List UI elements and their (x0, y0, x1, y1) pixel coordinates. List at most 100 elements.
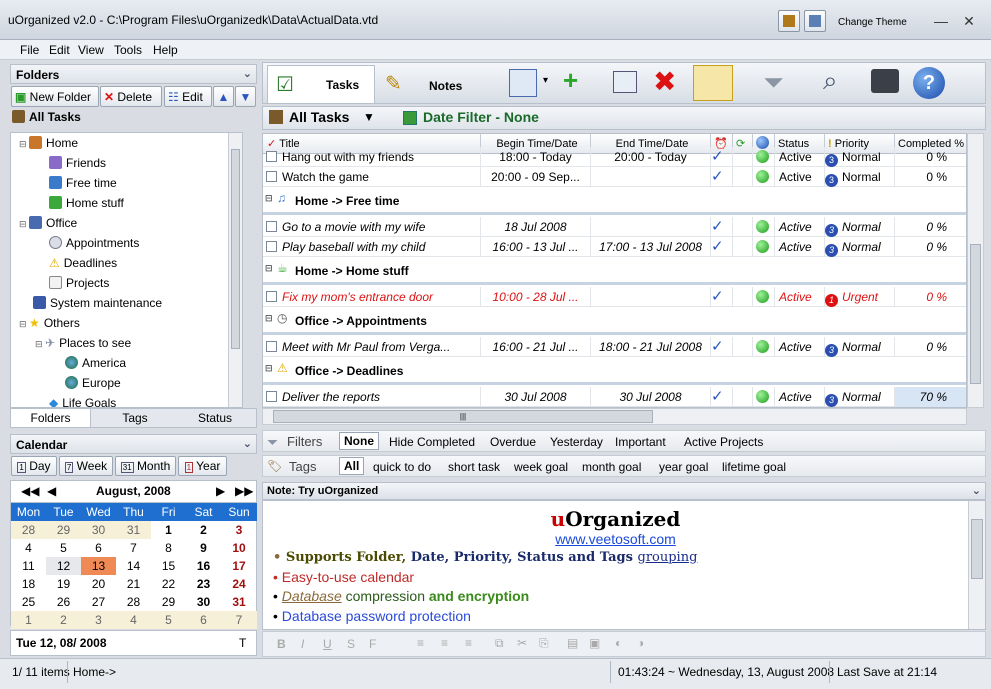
collapse-icon[interactable]: ⌄ (243, 437, 252, 450)
calendar-day[interactable]: 6 (186, 611, 221, 629)
bold-button[interactable]: B (277, 637, 286, 651)
open-icon[interactable]: ▤ (567, 636, 578, 650)
filter-icon[interactable]: ⏷ (763, 67, 784, 99)
calendar-day[interactable]: 23 (186, 575, 221, 593)
calendar-day[interactable]: 14 (116, 557, 151, 575)
date-filter-label[interactable]: Date Filter - None (423, 109, 539, 125)
tab-folders[interactable]: Folders (11, 409, 91, 427)
note-scrollbar[interactable] (968, 501, 985, 629)
calendar-day[interactable]: 8 (151, 539, 186, 557)
today-button[interactable]: T (239, 636, 246, 650)
theme-icon-2[interactable] (804, 10, 826, 32)
undo-icon[interactable]: ◐ (615, 636, 622, 650)
tag-year-goal[interactable]: year goal (659, 460, 708, 474)
calendar-day[interactable]: 15 (151, 557, 186, 575)
group-header[interactable]: ⊟ ◷ Office -> Appointments (263, 307, 966, 335)
calendar-day[interactable]: 7 (221, 611, 257, 629)
filter-hide-completed[interactable]: Hide Completed (389, 435, 475, 449)
tree-item-system-maintenance[interactable]: System maintenance (33, 296, 162, 310)
align-right-icon[interactable]: ≡ (465, 636, 472, 650)
calendar-day[interactable]: 17 (221, 557, 257, 575)
italic-button[interactable]: I (301, 637, 304, 651)
calendar-day[interactable]: 24 (221, 575, 257, 593)
tree-item-free-time[interactable]: Free time (49, 176, 117, 190)
calendar-day[interactable]: 20 (81, 575, 116, 593)
task-checkbox[interactable] (266, 171, 277, 182)
tab-status[interactable]: Status (175, 411, 255, 425)
collapse-icon[interactable]: ⊟ (265, 363, 273, 374)
save-icon[interactable]: ▣ (589, 636, 600, 650)
change-theme-label[interactable]: Change Theme (838, 17, 907, 28)
table-row[interactable]: Meet with Mr Paul from Verga... 16:00 - 2… (263, 337, 966, 357)
tree-item-friends[interactable]: Friends (49, 156, 106, 170)
move-down-button[interactable]: ▼ (235, 86, 256, 107)
tag-lifetime-goal[interactable]: lifetime goal (722, 460, 786, 474)
tag-week-goal[interactable]: week goal (514, 460, 568, 474)
table-row[interactable]: Hang out with my friends 18:00 - Today 20:… (263, 147, 966, 167)
calendar-day[interactable]: 28 (116, 593, 151, 611)
calendar-day[interactable]: 3 (81, 611, 116, 629)
calendar-day[interactable]: 22 (151, 575, 186, 593)
folder-icon[interactable] (693, 65, 733, 101)
month-view-button[interactable]: 31 Month (115, 456, 176, 476)
prev-year-button[interactable]: ◀◀ (21, 484, 39, 498)
tree-item-life-goals[interactable]: ◆ Life Goals (49, 396, 116, 407)
edit-folder-button[interactable]: ☷ Edit (164, 86, 212, 107)
all-tasks-dropdown[interactable]: All Tasks (289, 109, 349, 125)
grid-horizontal-scrollbar[interactable]: ||| (262, 408, 967, 425)
group-header[interactable]: ⊟ ⚠ Office -> Deadlines (263, 357, 966, 385)
minimize-button[interactable]: — (928, 10, 954, 32)
calendar-day[interactable]: 2 (186, 521, 221, 539)
task-checkbox[interactable] (266, 241, 277, 252)
theme-icon-1[interactable] (778, 10, 800, 32)
tag-all[interactable]: All (339, 457, 365, 475)
chevron-down-icon[interactable]: ▼ (363, 110, 375, 124)
tree-item-europe[interactable]: Europe (65, 376, 121, 390)
menu-tools[interactable]: Tools (114, 43, 142, 57)
calendar-day[interactable]: 11 (11, 557, 46, 575)
calendar-day[interactable]: 1 (151, 521, 186, 539)
tree-item-appointments[interactable]: Appointments (49, 236, 139, 250)
table-row[interactable]: Go to a movie with my wife 18 Jul 2008 ✓ Ac… (263, 217, 966, 237)
calendar-day[interactable]: 5 (151, 611, 186, 629)
calendar-day[interactable]: 31 (116, 521, 151, 539)
tree-item-deadlines[interactable]: ⚠ Deadlines (49, 256, 117, 270)
grid-vertical-scrollbar[interactable] (967, 133, 984, 408)
font-button[interactable]: F (369, 637, 376, 651)
search-icon[interactable]: ⌕ (823, 65, 838, 97)
tree-item-office[interactable]: ⊟ Office (19, 216, 77, 230)
menu-edit[interactable]: Edit (49, 43, 70, 57)
calendar-day[interactable]: 29 (151, 593, 186, 611)
tree-item-america[interactable]: America (65, 356, 126, 370)
calendar-day[interactable]: 2 (46, 611, 81, 629)
table-row[interactable]: Watch the game 20:00 - 09 Sep... ✓ Active 3 N… (263, 167, 966, 187)
all-tasks-folder[interactable]: All Tasks (12, 110, 81, 124)
print-icon[interactable] (871, 69, 899, 93)
underline-button[interactable]: U (323, 637, 332, 651)
group-header[interactable]: ⊟ ♫ Home -> Free time (263, 187, 966, 215)
close-button[interactable]: ✕ (956, 10, 982, 32)
next-year-button[interactable]: ▶▶ (235, 484, 253, 498)
calendar-day[interactable]: 3 (221, 521, 257, 539)
calendar-day[interactable]: 12 (46, 557, 81, 575)
calendar-day[interactable]: 29 (46, 521, 81, 539)
new-folder-button[interactable]: ▣ New Folder (11, 86, 99, 107)
calendar-day[interactable]: 5 (46, 539, 81, 557)
tab-tasks[interactable]: ☑ Tasks (267, 65, 375, 103)
calendar-day[interactable]: 31 (221, 593, 257, 611)
tag-month-goal[interactable]: month goal (582, 460, 641, 474)
week-view-button[interactable]: 7 Week (59, 456, 113, 476)
task-checkbox[interactable] (266, 221, 277, 232)
menu-help[interactable]: Help (153, 43, 178, 57)
tag-quick-to-do[interactable]: quick to do (373, 460, 431, 474)
calendar-day[interactable]: 30 (81, 521, 116, 539)
year-view-button[interactable]: 1 Year (178, 456, 227, 476)
task-checkbox[interactable] (266, 391, 277, 402)
calendar-day[interactable]: 16 (186, 557, 221, 575)
tree-item-home-stuff[interactable]: Home stuff (49, 196, 124, 210)
collapse-icon[interactable]: ⊟ (265, 313, 273, 324)
menu-file[interactable]: File (20, 43, 39, 57)
table-row[interactable]: Play baseball with my child 16:00 - 13 Ju… (263, 237, 966, 257)
calendar-day[interactable]: 25 (11, 593, 46, 611)
strike-button[interactable]: S (347, 637, 355, 651)
